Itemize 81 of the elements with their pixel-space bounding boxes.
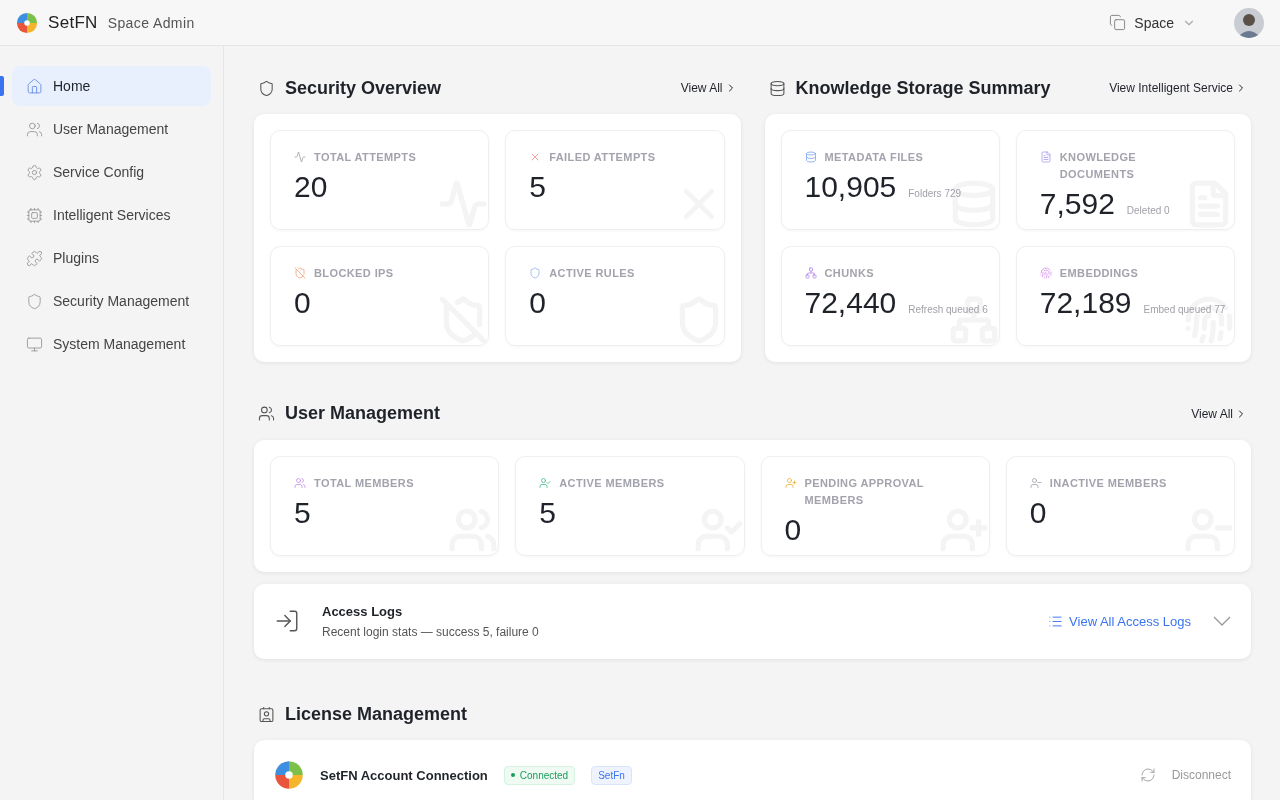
provider-badge: SetFn	[591, 765, 632, 785]
stat-note: Deleted 0	[1126, 205, 1170, 216]
logo-icon	[16, 11, 38, 34]
stat-value: 0	[529, 286, 546, 320]
document-icon	[1039, 151, 1052, 163]
stat-value: 72,440	[804, 286, 897, 320]
expand-toggle[interactable]	[1213, 616, 1231, 627]
stat-label: KNOWLEDGE DOCUMENTS	[1059, 150, 1138, 182]
stat-label: EMBEDDINGS	[1059, 266, 1139, 281]
refresh-icon	[1139, 767, 1156, 784]
stat-note: Folders 729	[908, 188, 962, 199]
list-icon	[1048, 613, 1064, 629]
settings-icon	[26, 163, 43, 181]
stat-label: BLOCKED IPS	[314, 266, 394, 281]
connection-name: SetFN Account Connection	[320, 767, 488, 783]
stat-value: 5	[294, 495, 311, 530]
view-link[interactable]: View All	[1191, 406, 1247, 421]
id-card-icon	[258, 705, 275, 723]
stat-value: 10,905	[804, 170, 897, 204]
shield-icon	[258, 79, 275, 97]
stat-label: INACTIVE MEMBERS	[1049, 475, 1167, 491]
database-icon	[804, 151, 817, 163]
fingerprint-icon	[1039, 267, 1052, 279]
card-title: Access Logs	[322, 603, 404, 619]
windows-icon	[1109, 14, 1127, 31]
home-icon	[26, 77, 43, 95]
stat-label: CHUNKS	[824, 266, 874, 281]
database-icon	[768, 79, 786, 97]
users-icon	[258, 405, 275, 423]
stat-value: 0	[294, 286, 311, 320]
section-title: Knowledge Storage Summary	[795, 77, 1051, 99]
stat-note: Refresh queued 6	[908, 304, 988, 315]
brand-name: SetFN	[48, 12, 98, 33]
sidebar-item[interactable]: Plugins	[12, 238, 211, 278]
chevron-down-icon	[1213, 616, 1231, 627]
view-link[interactable]: View All	[680, 81, 737, 95]
sidebar-item[interactable]: System Management	[12, 324, 211, 364]
stat-value: 5	[529, 170, 546, 204]
pulse-icon	[294, 151, 306, 163]
users-icon	[26, 120, 43, 138]
shield-icon	[26, 292, 43, 310]
puzzle-icon	[26, 249, 43, 267]
nodes-icon	[804, 267, 817, 279]
app-subtitle: Space Admin	[107, 14, 195, 31]
active-indicator	[0, 76, 4, 96]
status-badge: Connected	[503, 765, 576, 785]
stat-value: 0	[784, 512, 802, 547]
stat-value: 5	[539, 495, 556, 530]
stat-label: TOTAL MEMBERS	[314, 475, 414, 491]
shield-off-icon	[294, 267, 306, 279]
stat-value: 0	[1029, 495, 1047, 530]
logo-icon	[274, 760, 304, 791]
stat-label: PENDING APPROVAL MEMBERS	[804, 475, 925, 508]
sidebar-item[interactable]: Security Management	[12, 281, 211, 321]
stat-label: ACTIVE MEMBERS	[559, 475, 665, 491]
section-title: License Management	[285, 703, 468, 725]
card-subtitle: Recent login stats — success 5, failure 0	[322, 624, 539, 639]
avatar[interactable]	[1234, 7, 1264, 38]
stat-label: METADATA FILES	[824, 150, 924, 165]
shield-icon	[529, 267, 542, 279]
stat-value: 20	[294, 170, 328, 204]
stat-value: 7,592	[1039, 187, 1115, 221]
user-minus-icon	[1029, 476, 1042, 489]
stat-value: 72,189	[1039, 286, 1132, 320]
users-icon	[294, 476, 306, 489]
user-plus-icon	[784, 476, 797, 489]
stat-label: TOTAL ATTEMPTS	[314, 150, 417, 165]
chip-icon	[26, 206, 43, 224]
sidebar-item[interactable]: Service Config	[12, 152, 211, 192]
stat-label: ACTIVE RULES	[549, 266, 635, 281]
section-title: User Management	[285, 403, 441, 425]
monitor-icon	[26, 335, 43, 353]
stat-note: Embed queued 77	[1143, 304, 1226, 315]
stat-label: FAILED ATTEMPTS	[549, 150, 656, 165]
view-link[interactable]: View Intelligent Service	[1109, 81, 1247, 95]
sidebar-item[interactable]: Intelligent Services	[12, 195, 211, 235]
section-title: Security Overview	[285, 77, 442, 99]
user-check-icon	[539, 476, 552, 489]
space-selector[interactable]: Space	[1109, 14, 1196, 31]
sidebar-item[interactable]: User Management	[12, 109, 211, 149]
view-logs-link[interactable]: View All Access Logs	[1048, 613, 1191, 629]
